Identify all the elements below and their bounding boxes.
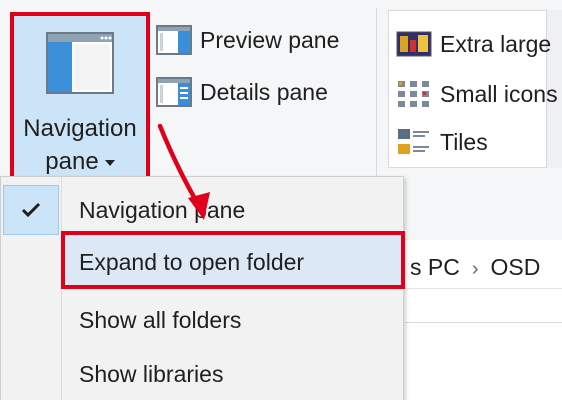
ribbon-group-separator [376,8,377,178]
tiles-label: Tiles [440,128,488,155]
navigation-pane-icon [46,32,114,94]
menu-item-label: Show all folders [79,306,242,333]
navigation-pane-label-line2: pane [14,145,146,178]
preview-pane-label: Preview pane [200,26,340,53]
breadcrumb-this-pc[interactable]: s PC [410,254,460,280]
annotation-arrow-icon [157,123,210,220]
extra-large-icons-icon [396,31,432,57]
details-pane-icon [156,77,192,107]
preview-pane-button[interactable]: Preview pane [156,22,339,58]
chevron-right-icon[interactable]: › [472,258,479,281]
extra-large-icons-label: Extra large [440,30,552,57]
checkmark-icon [21,202,41,218]
breadcrumb-osd[interactable]: OSD [491,254,541,280]
details-pane-button[interactable]: Details pane [156,74,328,110]
navigation-pane-button[interactable]: Navigation pane [10,12,150,180]
navigation-pane-button-label: Navigation pane [14,112,146,178]
layout-tiles[interactable]: Tiles [396,124,488,160]
small-icons-label: Small icons [440,80,558,107]
menu-item-show-libraries[interactable]: Show libraries [1,349,403,399]
dropdown-caret-icon [104,159,115,166]
navigation-pane-label-line2-text: pane [45,148,99,175]
navigation-pane-label-line1: Navigation [23,115,137,142]
preview-pane-icon [156,25,192,55]
layout-small-icons[interactable]: Small icons [396,76,558,112]
menu-check-cell [3,185,59,235]
tiles-icon [398,129,429,154]
divider [405,322,562,323]
menu-item-show-all-folders[interactable]: Show all folders [1,295,403,345]
menu-item-label: Show libraries [79,360,224,387]
menu-item-expand-to-open-folder[interactable]: Expand to open folder [63,237,403,287]
address-breadcrumb: s PC › OSD [410,254,540,281]
details-pane-label: Details pane [200,78,328,105]
menu-item-label: Expand to open folder [79,248,305,275]
small-icons-icon [398,81,429,107]
layout-extra-large-icons[interactable]: Extra large [396,26,551,62]
